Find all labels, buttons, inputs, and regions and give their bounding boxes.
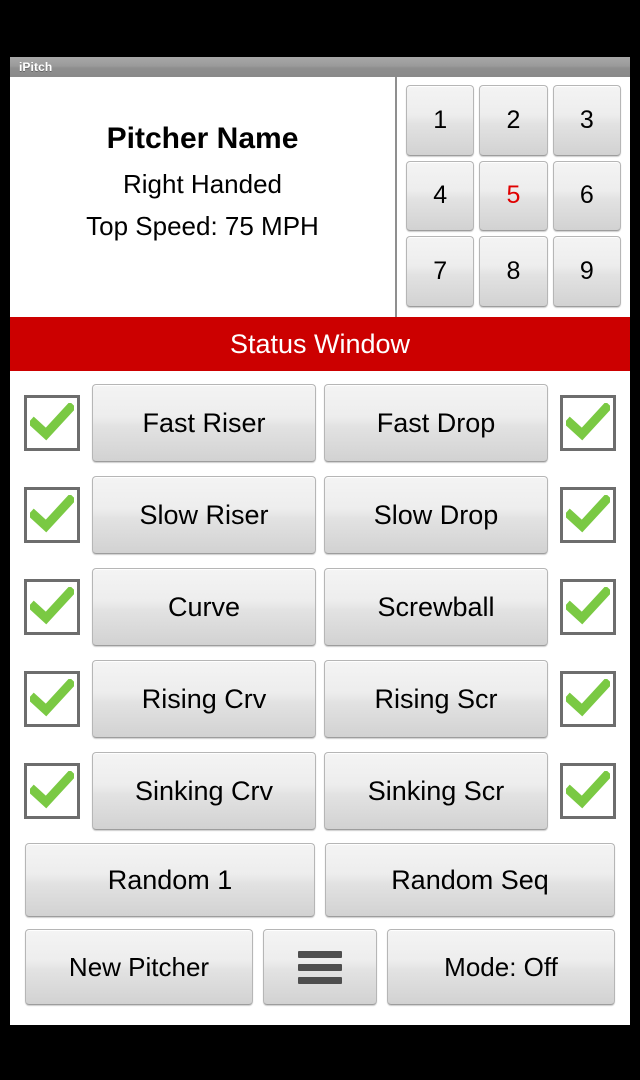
pitch-button-rising-crv[interactable]: Rising Crv bbox=[92, 660, 316, 738]
pitch-row: Curve Screwball bbox=[16, 561, 624, 653]
checkmark-icon bbox=[566, 403, 610, 441]
checkmark-icon bbox=[566, 587, 610, 625]
hamburger-menu-icon[interactable] bbox=[263, 929, 377, 1005]
pitch-row: Rising Crv Rising Scr bbox=[16, 653, 624, 745]
pitch-button-screwball[interactable]: Screwball bbox=[324, 568, 548, 646]
pitch-button-sinking-scr[interactable]: Sinking Scr bbox=[324, 752, 548, 830]
keypad-key-8[interactable]: 8 bbox=[479, 236, 548, 307]
pitch-button-rising-scr[interactable]: Rising Scr bbox=[324, 660, 548, 738]
keypad-key-5[interactable]: 5 bbox=[479, 160, 548, 232]
pitch-checkbox-right-0[interactable] bbox=[560, 395, 616, 451]
pitch-checkbox-left-2[interactable] bbox=[24, 579, 80, 635]
pitch-rows-container: Fast Riser Fast Drop Slow Riser Slow Drop Cu… bbox=[16, 377, 624, 837]
checkmark-icon bbox=[566, 495, 610, 533]
checkmark-icon bbox=[30, 495, 74, 533]
pitch-checkbox-left-4[interactable] bbox=[24, 763, 80, 819]
pitch-selection-area: Fast Riser Fast Drop Slow Riser Slow Drop Cu… bbox=[10, 371, 630, 1025]
pitch-button-fast-riser[interactable]: Fast Riser bbox=[92, 384, 316, 462]
menu-line bbox=[298, 963, 342, 971]
pitch-button-curve[interactable]: Curve bbox=[92, 568, 316, 646]
checkmark-icon bbox=[30, 403, 74, 441]
menu-line bbox=[298, 976, 342, 984]
pitch-checkbox-left-1[interactable] bbox=[24, 487, 80, 543]
pitch-checkbox-left-0[interactable] bbox=[24, 395, 80, 451]
keypad-key-4[interactable]: 4 bbox=[406, 160, 475, 232]
pitch-checkbox-right-3[interactable] bbox=[560, 671, 616, 727]
pitch-checkbox-right-2[interactable] bbox=[560, 579, 616, 635]
pitcher-top-speed: Top Speed: 75 MPH bbox=[86, 211, 319, 241]
keypad-key-6[interactable]: 6 bbox=[552, 160, 621, 232]
keypad-key-1[interactable]: 1 bbox=[406, 85, 475, 156]
pitcher-info-panel: Pitcher Name Right Handed Top Speed: 75 … bbox=[10, 77, 397, 317]
keypad-key-7[interactable]: 7 bbox=[406, 236, 475, 307]
pitch-button-sinking-crv[interactable]: Sinking Crv bbox=[92, 752, 316, 830]
pitch-button-fast-drop[interactable]: Fast Drop bbox=[324, 384, 548, 462]
pitch-button-slow-riser[interactable]: Slow Riser bbox=[92, 476, 316, 554]
app-title: iPitch bbox=[19, 60, 53, 74]
pitch-checkbox-left-3[interactable] bbox=[24, 671, 80, 727]
random-row: Random 1 Random Seq bbox=[16, 837, 624, 923]
pitcher-handedness: Right Handed bbox=[123, 169, 282, 199]
app-window: iPitch Pitcher Name Right Handed Top Spe… bbox=[10, 57, 630, 1025]
checkmark-icon bbox=[30, 771, 74, 809]
checkmark-icon bbox=[566, 771, 610, 809]
pitch-row: Slow Riser Slow Drop bbox=[16, 469, 624, 561]
new-pitcher-button[interactable]: New Pitcher bbox=[25, 929, 253, 1005]
bottom-row: New Pitcher Mode: Off bbox=[16, 923, 624, 1011]
keypad-key-9[interactable]: 9 bbox=[552, 236, 621, 307]
checkmark-icon bbox=[30, 679, 74, 717]
random-seq-button[interactable]: Random Seq bbox=[325, 843, 615, 917]
random-1-button[interactable]: Random 1 bbox=[25, 843, 315, 917]
keypad-key-2[interactable]: 2 bbox=[479, 85, 548, 156]
status-window-text: Status Window bbox=[229, 328, 411, 359]
pitch-location-keypad: 123 456 789 bbox=[397, 77, 630, 317]
title-bar: iPitch bbox=[10, 57, 630, 77]
menu-line bbox=[298, 950, 342, 958]
checkmark-icon bbox=[566, 679, 610, 717]
status-window-bar: Status Window bbox=[10, 317, 630, 371]
keypad-key-3[interactable]: 3 bbox=[552, 85, 621, 156]
pitch-row: Sinking Crv Sinking Scr bbox=[16, 745, 624, 837]
pitch-checkbox-right-1[interactable] bbox=[560, 487, 616, 543]
mode-toggle-button[interactable]: Mode: Off bbox=[387, 929, 615, 1005]
pitch-row: Fast Riser Fast Drop bbox=[16, 377, 624, 469]
pitch-checkbox-right-4[interactable] bbox=[560, 763, 616, 819]
pitcher-name: Pitcher Name bbox=[106, 122, 299, 155]
pitch-button-slow-drop[interactable]: Slow Drop bbox=[324, 476, 548, 554]
checkmark-icon bbox=[30, 587, 74, 625]
top-section: Pitcher Name Right Handed Top Speed: 75 … bbox=[10, 77, 630, 317]
